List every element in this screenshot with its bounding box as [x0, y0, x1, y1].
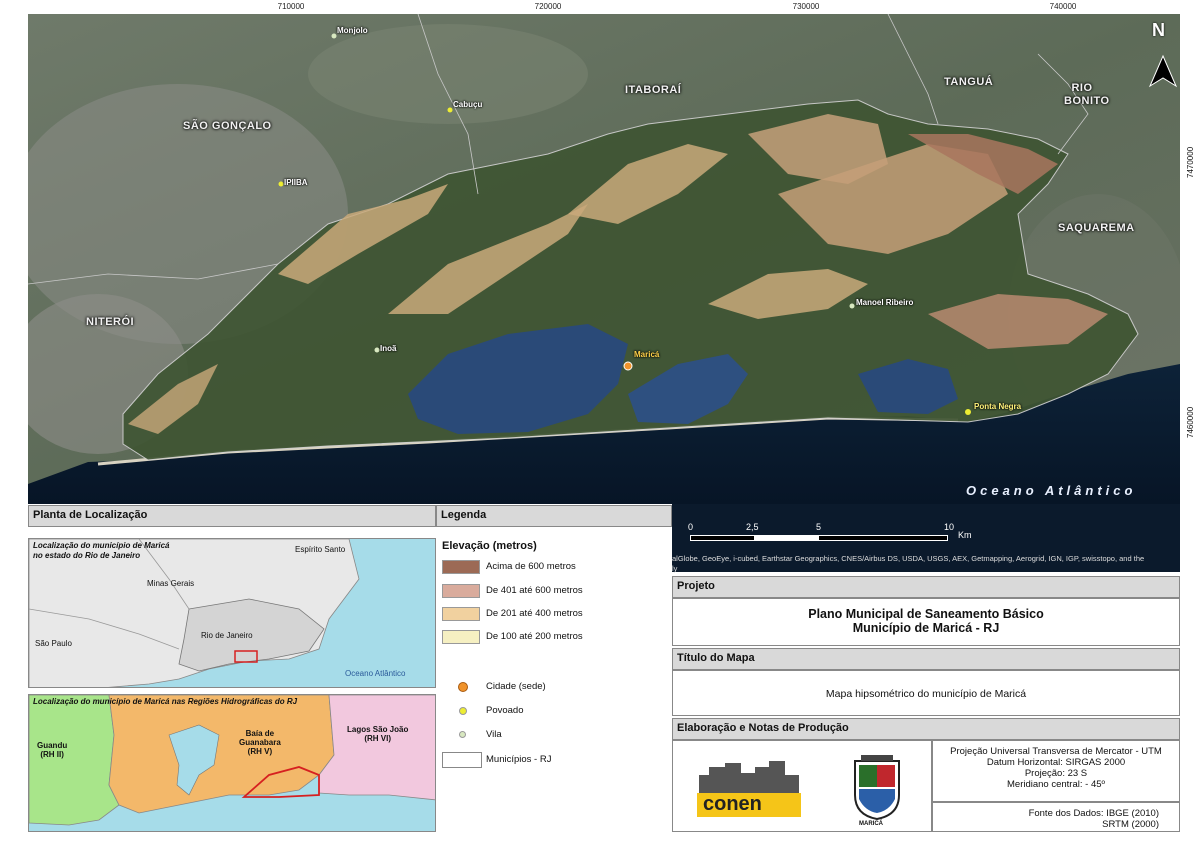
region-label: Baía de Guanabara (RH V) [239, 729, 281, 756]
scale-bar: 0 2,5 5 10 Km [688, 516, 972, 541]
production-header: Elaboração e Notas de Produção [672, 718, 1180, 740]
povoado-point [447, 107, 453, 113]
municipios-symbol [442, 752, 482, 768]
legend-header: Legenda [436, 505, 672, 527]
municipality-label: NITERÓI [86, 316, 135, 328]
scale-segment [818, 535, 948, 541]
place-label: Maricá [634, 350, 660, 359]
cidade-point [623, 361, 633, 371]
elevation-title: Elevação (metros) [442, 540, 537, 552]
grid-tick-right: 7460000 [1184, 400, 1198, 460]
legend-label: Povoado [486, 705, 524, 716]
legend-swatch [442, 607, 480, 621]
project-header: Projeto [672, 576, 1180, 598]
place-label: Ponta Negra [974, 402, 1022, 411]
map-title-text: Mapa hipsométrico do município de Maricá [672, 670, 1180, 716]
marica-seal-icon [854, 755, 900, 821]
municipality-label: SÃO GONÇALO [183, 120, 272, 132]
region-label: Lagos São João (RH VI) [347, 725, 409, 743]
attribution: alGlobe, GeoEye, i-cubed, Earthstar Geog… [672, 554, 1145, 563]
municipality-label: ITABORAÍ [625, 84, 682, 96]
ocean-label: Oceano Atlântico [966, 483, 1137, 498]
place-label: Manoel Ribeiro [856, 298, 914, 307]
region-label: Guandu (RH II) [37, 741, 68, 759]
grid-tick-top: 730000 [792, 2, 820, 11]
data-sources: Fonte dos Dados: IBGE (2010) SRTM (2000) [932, 802, 1180, 832]
legend-label: De 401 até 600 metros [486, 585, 583, 596]
legend-label: Cidade (sede) [486, 681, 546, 692]
legend-swatch [442, 584, 480, 598]
source-line: SRTM (2000) [1102, 819, 1159, 830]
source-line: Fonte dos Dados: IBGE (2010) [1028, 808, 1159, 819]
map-title-header: Título do Mapa [672, 648, 1180, 670]
state-label: Minas Gerais [147, 579, 195, 588]
grid-tick-right-label: 7470000 [1186, 146, 1195, 178]
municipality-label: TANGUÁ [944, 76, 994, 88]
north-label: N [1152, 20, 1165, 40]
povoado-point [278, 181, 284, 187]
vila-point [374, 347, 380, 353]
place-label: Cabuçu [453, 100, 483, 109]
legend-label: De 201 até 400 metros [486, 608, 583, 619]
region-guandu [29, 695, 120, 826]
scale-panel: 0 2,5 5 10 Km alGlobe, GeoEye, i-cubed, … [672, 504, 1180, 573]
grid-tick-top: 740000 [1049, 2, 1077, 11]
region-lagos-sao-joao [318, 695, 435, 801]
grid-tick-right: 7470000 [1184, 140, 1198, 200]
attribution-tail: ly [672, 564, 678, 573]
scale-tick: 0 [688, 522, 694, 532]
scale-segment [690, 535, 756, 541]
location-header: Planta de Localização [28, 505, 436, 527]
note-line: Projeção Universal Transversa de Mercato… [950, 746, 1162, 757]
state-inset-title: Localização do município de Maricá no es… [33, 541, 170, 560]
vila-symbol-icon [459, 731, 466, 738]
municipality-label: SAQUAREMA [1058, 222, 1135, 234]
state-label: Oceano Atlântico [345, 669, 406, 678]
seal-text: MARICÁ [859, 821, 883, 827]
grid-tick-right-label: 7460000 [1186, 406, 1195, 438]
scale-tick: 2,5 [746, 522, 759, 532]
povoado-symbol-icon [459, 707, 467, 715]
conen-logo-text: conen [703, 793, 762, 815]
vila-point [849, 303, 855, 309]
povoado-point [965, 409, 971, 415]
satellite-map-svg [28, 14, 1180, 504]
place-label: Monjolo [337, 26, 368, 35]
grid-tick-top: 720000 [534, 2, 562, 11]
scale-tick: 5 [816, 522, 822, 532]
vila-point [331, 33, 337, 39]
projection-notes: Projeção Universal Transversa de Mercato… [932, 740, 1180, 802]
legend-label: Acima de 600 metros [486, 561, 576, 572]
place-label: Inoã [380, 344, 397, 353]
grid-tick-top: 710000 [277, 2, 305, 11]
state-label: São Paulo [35, 639, 72, 648]
scale-segment [754, 535, 820, 541]
scale-unit: Km [958, 530, 972, 540]
state-label: Espírito Santo [295, 545, 346, 554]
note-line: Meridiano central: - 45º [1007, 779, 1105, 790]
note-line: Datum Horizontal: SIRGAS 2000 [986, 757, 1126, 768]
project-line1: Plano Municipal de Saneamento Básico [808, 607, 1044, 621]
legend-label: De 100 até 200 metros [486, 631, 583, 642]
main-map[interactable]: SÃO GONÇALO ITABORAÍ TANGUÁ RIO BONITO S… [28, 14, 1180, 504]
legend-label: Municípios - RJ [486, 754, 552, 765]
city-symbol-icon [458, 682, 468, 692]
scale-tick: 10 [944, 522, 955, 532]
regions-inset-title: Localização do município de Maricá nas R… [33, 697, 298, 706]
legend-swatch [442, 630, 480, 644]
state-map-svg [29, 539, 360, 687]
logos-box: conen MARICÁ [672, 740, 932, 832]
project-line2: Município de Maricá - RJ [852, 621, 1000, 635]
municipality-label: RIO BONITO [1064, 82, 1110, 107]
regions-map-svg [29, 695, 435, 826]
note-line: Projeção: 23 S [1024, 768, 1088, 779]
state-label: Rio de Janeiro [201, 631, 253, 640]
state-inset-map: Localização do município de Maricá no es… [28, 538, 436, 688]
regions-inset-map: Localização do município de Maricá nas R… [28, 694, 436, 832]
legend-swatch [442, 560, 480, 574]
legend-label: Vila [486, 729, 502, 740]
project-box: Plano Municipal de Saneamento Básico Mun… [672, 598, 1180, 646]
place-label: IPIIBA [284, 178, 308, 187]
